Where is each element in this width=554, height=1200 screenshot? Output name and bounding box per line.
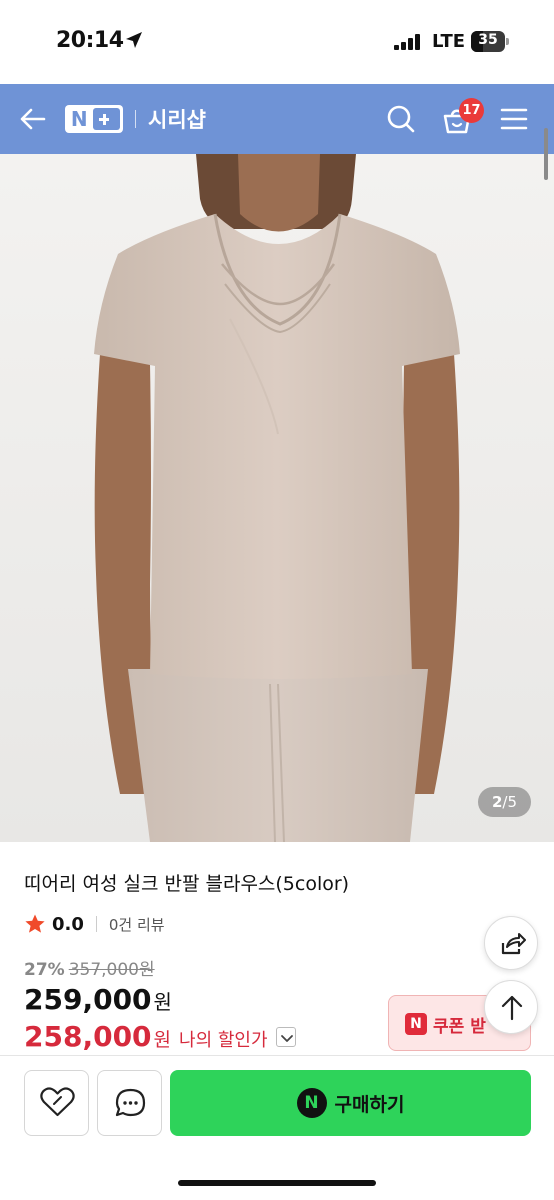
rating-value: 0.0 bbox=[52, 913, 84, 935]
share-button[interactable] bbox=[484, 916, 538, 970]
chevron-down-icon bbox=[280, 1035, 293, 1042]
my-price-unit: 원 bbox=[153, 1029, 172, 1051]
product-image[interactable] bbox=[0, 154, 554, 842]
product-title: 띠어리 여성 실크 반팔 블라우스(5color) bbox=[24, 873, 350, 895]
sale-price-unit: 원 bbox=[153, 990, 172, 1014]
chat-bubble-icon bbox=[115, 1088, 146, 1117]
buy-button[interactable]: N 구매하기 bbox=[170, 1070, 531, 1136]
rating-divider bbox=[95, 916, 97, 932]
review-count[interactable]: 0건 리뷰 bbox=[109, 914, 165, 935]
naver-coupon-icon: N bbox=[405, 1013, 427, 1035]
status-bar: 20:14 LTE 35 bbox=[0, 0, 554, 84]
scrollbar-thumb[interactable] bbox=[544, 128, 548, 180]
shop-name[interactable]: 시리샵 bbox=[148, 104, 206, 134]
chat-button[interactable] bbox=[97, 1070, 162, 1136]
network-label: LTE bbox=[432, 31, 466, 52]
bottom-action-bar: N 구매하기 bbox=[0, 1056, 554, 1200]
share-icon bbox=[501, 933, 526, 955]
scroll-top-button[interactable] bbox=[484, 980, 538, 1034]
location-arrow-icon bbox=[126, 32, 142, 48]
signal-icon bbox=[394, 34, 424, 50]
status-time: 20:14 bbox=[56, 28, 124, 53]
wishlist-button[interactable] bbox=[24, 1070, 89, 1136]
my-price-row[interactable]: 258,000 원 나의 할인가 bbox=[24, 1020, 296, 1053]
battery-level: 35 bbox=[478, 32, 498, 48]
buy-button-label: 구매하기 bbox=[334, 1093, 405, 1116]
nplus-logo[interactable]: N bbox=[65, 105, 123, 133]
back-arrow-icon[interactable] bbox=[18, 104, 48, 134]
search-icon[interactable] bbox=[386, 104, 416, 134]
my-price-value: 258,000 bbox=[24, 1020, 152, 1053]
battery-icon: 35 bbox=[471, 31, 509, 52]
cart-count-badge: 17 bbox=[459, 98, 484, 123]
heart-icon bbox=[40, 1087, 75, 1117]
coupon-label: 쿠폰 받 bbox=[433, 1017, 486, 1037]
image-total: /5 bbox=[502, 793, 518, 811]
product-photo bbox=[0, 154, 554, 842]
menu-icon[interactable] bbox=[500, 106, 528, 132]
home-indicator[interactable] bbox=[178, 1180, 376, 1186]
expand-button[interactable] bbox=[275, 1027, 296, 1047]
discount-row: 27% 357,000원 bbox=[24, 955, 155, 980]
arrow-up-icon bbox=[501, 995, 523, 1021]
star-icon bbox=[25, 914, 45, 933]
original-price: 357,000원 bbox=[68, 960, 155, 980]
rating-row[interactable]: 0.0 0건 리뷰 bbox=[24, 912, 165, 936]
discount-percent: 27% bbox=[24, 960, 65, 980]
my-price-label: 나의 할인가 bbox=[179, 1030, 268, 1051]
image-current: 2 bbox=[491, 793, 503, 811]
header-divider bbox=[135, 110, 136, 128]
sale-price-value: 259,000 bbox=[24, 983, 152, 1016]
naver-pay-icon: N bbox=[296, 1088, 327, 1118]
sale-price: 259,000 원 bbox=[24, 983, 172, 1016]
image-counter: 2/5 bbox=[478, 787, 531, 817]
